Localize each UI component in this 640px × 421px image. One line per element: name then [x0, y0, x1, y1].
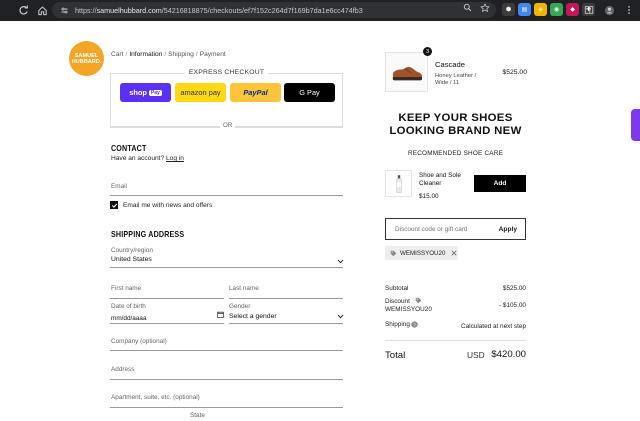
svg-text:?: ?: [413, 322, 416, 328]
product-variant: Honey Leather / Wide / 11: [435, 73, 477, 86]
email-offers-checkbox[interactable]: [110, 201, 118, 209]
home-icon[interactable]: [34, 3, 50, 19]
shop-pay-button[interactable]: shop Pay: [120, 83, 171, 102]
apply-button[interactable]: Apply: [499, 226, 517, 233]
company-underline: [110, 350, 343, 351]
gender-label: Gender: [229, 303, 251, 310]
tag-icon: [390, 250, 397, 256]
quantity-badge: 3: [423, 47, 432, 56]
bookmark-star-icon[interactable]: [479, 2, 490, 13]
chevron-down-icon: [337, 259, 344, 264]
product-thumbnail: [385, 52, 428, 92]
shipping-value: Calculated at next step: [460, 323, 526, 330]
profile-avatar-icon[interactable]: [603, 4, 615, 16]
or-divider-text: OR: [220, 122, 236, 129]
gender-underline: [229, 323, 343, 324]
floating-side-tab[interactable]: [631, 109, 640, 141]
contact-heading: CONTACT: [111, 143, 147, 153]
checkout-page: SAMUEL HUBBARD. Cart / Information / Shippin…: [0, 21, 640, 421]
discount-field[interactable]: Discount code or gift card Apply: [385, 218, 526, 240]
calendar-icon[interactable]: [217, 311, 224, 318]
gender-select[interactable]: Select a gender: [229, 313, 277, 320]
shoe-image: [392, 67, 422, 81]
cleaner-bottle-image: [395, 174, 402, 193]
breadcrumb-information: Information: [129, 51, 163, 58]
recommended-product-name: Shoe and Sole Cleaner: [419, 172, 461, 187]
apartment-field[interactable]: Apartment, suite, etc. (optional): [111, 394, 200, 401]
help-icon[interactable]: ?: [411, 321, 418, 328]
country-underline: [110, 267, 343, 268]
first-name-field[interactable]: First name: [111, 285, 141, 292]
dob-input[interactable]: mm/dd/aaaa: [111, 315, 147, 322]
state-label[interactable]: State: [190, 412, 205, 419]
total-label: Total: [385, 350, 406, 361]
site-info-icon[interactable]: [58, 4, 70, 16]
amazon-pay-button[interactable]: amazon pay: [175, 83, 226, 102]
breadcrumb-cart[interactable]: Cart: [111, 51, 123, 58]
logo-line: HUBBARD.: [71, 58, 102, 65]
discount-label: Discount: [385, 298, 410, 305]
extension-icon[interactable]: ⬢: [502, 3, 515, 16]
url-text: https://samuelhubbard.com/54216818875/ch…: [75, 5, 363, 15]
extension-icon[interactable]: ◆: [566, 3, 579, 16]
product-name: Cascade: [435, 60, 465, 69]
apartment-underline: [110, 407, 343, 408]
sidepanel-icon[interactable]: [583, 4, 595, 16]
company-field[interactable]: Company (optional): [111, 338, 167, 345]
email-offers-label: Email me with news and offers: [123, 202, 213, 209]
have-account-text: Have an account? Log in: [111, 155, 184, 162]
first-name-underline: [110, 298, 224, 299]
recommended-product-price: $15.00: [419, 193, 439, 200]
menu-kebab-icon[interactable]: [623, 4, 635, 16]
google-pay-button[interactable]: G Pay: [284, 83, 335, 102]
login-link[interactable]: Log in: [166, 155, 184, 162]
discount-code-chip: WEMISSYOU20: [385, 246, 458, 260]
breadcrumb-payment: Payment: [199, 51, 226, 58]
last-name-underline: [229, 298, 343, 299]
divider: [385, 340, 526, 341]
express-checkout-title: EXPRESS CHECKOUT: [111, 69, 342, 76]
shipping-heading: SHIPPING ADDRESS: [111, 229, 185, 239]
total-value: $420.00: [491, 349, 526, 360]
product-price: $525.00: [502, 69, 527, 76]
country-label: Country/region: [111, 247, 153, 254]
address-underline: [110, 379, 343, 380]
subtotal-label: Subtotal: [385, 285, 409, 292]
extension-icon[interactable]: ◈: [534, 3, 547, 16]
express-checkout-box: EXPRESS CHECKOUT shop Pay amazon pay PayP…: [110, 69, 343, 128]
total-currency: USD: [467, 350, 485, 360]
breadcrumb: Cart / Information / Shipping / Payment: [111, 51, 226, 58]
add-button[interactable]: Add: [474, 175, 526, 192]
email-field[interactable]: Email: [111, 183, 127, 190]
discount-value: - $105.00: [498, 302, 526, 309]
cleaner-thumbnail: [385, 170, 412, 197]
remove-code-icon[interactable]: [451, 250, 457, 256]
shipping-label: Shipping: [385, 321, 410, 328]
brand-logo[interactable]: SAMUEL HUBBARD.: [69, 41, 104, 76]
dob-label: Date of birth: [111, 303, 146, 310]
subtotal-value: $525.00: [502, 285, 526, 292]
country-select[interactable]: United States: [111, 256, 152, 263]
tag-icon: [415, 297, 422, 304]
browser-toolbar: https://samuelhubbard.com/54216818875/ch…: [0, 0, 640, 21]
chevron-down-icon: [337, 314, 344, 319]
discount-code-summary: WEMISSYOU20: [385, 306, 432, 313]
email-underline: [110, 195, 343, 196]
recommended-title: RECOMMENDED SHOE CARE: [407, 150, 504, 157]
paypal-button[interactable]: PayPal: [230, 83, 281, 102]
extension-icon[interactable]: ◉: [550, 3, 563, 16]
zoom-icon[interactable]: [462, 2, 473, 13]
discount-code-text: WEMISSYOU20: [400, 249, 446, 257]
last-name-field[interactable]: Last name: [229, 285, 259, 292]
breadcrumb-shipping: Shipping: [168, 51, 194, 58]
address-bar[interactable]: https://samuelhubbard.com/54216818875/ch…: [52, 2, 496, 18]
discount-placeholder: Discount code or gift card: [395, 226, 468, 233]
upsell-heading: KEEP YOUR SHOES LOOKING BRAND NEW: [389, 112, 522, 137]
address-field[interactable]: Address: [111, 366, 134, 373]
dob-underline: [110, 323, 224, 324]
extension-icon[interactable]: ▤: [518, 3, 531, 16]
reload-icon[interactable]: [15, 3, 31, 19]
